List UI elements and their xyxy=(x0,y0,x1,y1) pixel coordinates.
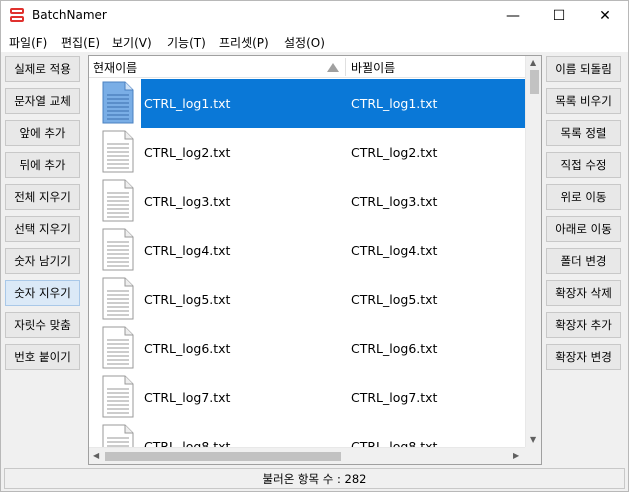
menu-view[interactable]: 보기(V) xyxy=(112,34,152,51)
table-row[interactable]: CTRL_log6.txt CTRL_log6.txt xyxy=(89,324,525,373)
window-title: BatchNamer xyxy=(32,8,107,22)
pad-digits-button[interactable]: 자릿수 맞춤 xyxy=(5,312,80,338)
current-name: CTRL_log5.txt xyxy=(144,292,231,307)
new-name: CTRL_log3.txt xyxy=(351,194,438,209)
sort-ascending-icon xyxy=(327,63,339,72)
current-name: CTRL_log2.txt xyxy=(144,145,231,160)
maximize-button[interactable]: ☐ xyxy=(536,1,582,31)
minimize-icon: — xyxy=(506,8,520,24)
change-folder-button[interactable]: 폴더 변경 xyxy=(546,248,621,274)
table-row[interactable]: CTRL_log2.txt CTRL_log2.txt xyxy=(89,128,525,177)
table-row[interactable]: CTRL_log1.txt CTRL_log1.txt xyxy=(89,79,525,128)
app-window: BatchNamer — ☐ ✕ 파일(F) 편집(E) 보기(V) 기능(T)… xyxy=(0,0,629,492)
remove-extension-button[interactable]: 확장자 삭제 xyxy=(546,280,621,306)
file-list[interactable]: 현재이름 바뀔이름 CTRL_log1.txt CTRL_log1.txt CT… xyxy=(88,55,542,465)
new-name: CTRL_log1.txt xyxy=(351,96,438,111)
table-row[interactable]: CTRL_log7.txt CTRL_log7.txt xyxy=(89,373,525,422)
menu-presets[interactable]: 프리셋(P) xyxy=(219,34,269,51)
current-name: CTRL_log1.txt xyxy=(144,96,231,111)
scroll-right-icon[interactable]: ▶ xyxy=(513,452,519,460)
list-header: 현재이름 바뀔이름 xyxy=(89,56,525,78)
status-bar: 불러온 항목 수 : 282 xyxy=(4,468,625,489)
menu-settings[interactable]: 설정(O) xyxy=(284,34,325,51)
table-row[interactable]: CTRL_log5.txt CTRL_log5.txt xyxy=(89,275,525,324)
text-file-icon xyxy=(102,81,134,124)
text-file-icon xyxy=(102,179,134,222)
keep-numbers-button[interactable]: 숫자 남기기 xyxy=(5,248,80,274)
text-file-icon xyxy=(102,326,134,369)
menu-file[interactable]: 파일(F) xyxy=(9,34,47,51)
replace-string-button[interactable]: 문자열 교체 xyxy=(5,88,80,114)
add-numbering-button[interactable]: 번호 붙이기 xyxy=(5,344,80,370)
sort-list-button[interactable]: 목록 정렬 xyxy=(546,120,621,146)
column-header-current[interactable]: 현재이름 xyxy=(93,59,137,76)
close-button[interactable]: ✕ xyxy=(582,1,628,31)
revert-names-button[interactable]: 이름 되돌림 xyxy=(546,56,621,82)
move-down-button[interactable]: 아래로 이동 xyxy=(546,216,621,242)
horizontal-scroll-thumb[interactable] xyxy=(105,452,341,461)
edit-directly-button[interactable]: 직접 수정 xyxy=(546,152,621,178)
apply-button[interactable]: 실제로 적용 xyxy=(5,56,80,82)
column-header-new[interactable]: 바뀔이름 xyxy=(351,59,395,76)
current-name: CTRL_log7.txt xyxy=(144,390,231,405)
move-up-button[interactable]: 위로 이동 xyxy=(546,184,621,210)
minimize-button[interactable]: — xyxy=(490,1,536,31)
menu-tools[interactable]: 기능(T) xyxy=(167,34,206,51)
scroll-up-icon[interactable]: ▲ xyxy=(530,59,536,67)
title-bar[interactable]: BatchNamer — ☐ ✕ xyxy=(1,1,628,31)
change-extension-button[interactable]: 확장자 변경 xyxy=(546,344,621,370)
new-name: CTRL_log7.txt xyxy=(351,390,438,405)
append-button[interactable]: 뒤에 추가 xyxy=(5,152,80,178)
add-extension-button[interactable]: 확장자 추가 xyxy=(546,312,621,338)
new-name: CTRL_log4.txt xyxy=(351,243,438,258)
prepend-button[interactable]: 앞에 추가 xyxy=(5,120,80,146)
close-icon: ✕ xyxy=(599,8,611,24)
new-name: CTRL_log6.txt xyxy=(351,341,438,356)
current-name: CTRL_log6.txt xyxy=(144,341,231,356)
menu-bar: 파일(F) 편집(E) 보기(V) 기능(T) 프리셋(P) 설정(O) xyxy=(1,31,628,52)
scroll-down-icon[interactable]: ▼ xyxy=(530,436,536,444)
column-divider[interactable] xyxy=(345,58,346,76)
text-file-icon xyxy=(102,277,134,320)
menu-edit[interactable]: 편집(E) xyxy=(61,34,100,51)
clear-selection-button[interactable]: 선택 지우기 xyxy=(5,216,80,242)
new-name: CTRL_log2.txt xyxy=(351,145,438,160)
table-row[interactable]: CTRL_log3.txt CTRL_log3.txt xyxy=(89,177,525,226)
clear-list-button[interactable]: 목록 비우기 xyxy=(546,88,621,114)
current-name: CTRL_log3.txt xyxy=(144,194,231,209)
scroll-left-icon[interactable]: ◀ xyxy=(93,452,99,460)
new-name: CTRL_log5.txt xyxy=(351,292,438,307)
text-file-icon xyxy=(102,375,134,418)
vertical-scroll-thumb[interactable] xyxy=(530,70,539,94)
remove-numbers-button[interactable]: 숫자 지우기 xyxy=(5,280,80,306)
horizontal-scrollbar[interactable]: ◀ ▶ xyxy=(89,447,525,464)
maximize-icon: ☐ xyxy=(552,8,566,24)
text-file-icon xyxy=(102,228,134,271)
vertical-scrollbar[interactable]: ▲ ▼ xyxy=(525,56,541,447)
item-count-status: 불러온 항목 수 : 282 xyxy=(262,471,367,486)
scrollbar-corner xyxy=(525,447,541,464)
table-row[interactable]: CTRL_log4.txt CTRL_log4.txt xyxy=(89,226,525,275)
clear-all-button[interactable]: 전체 지우기 xyxy=(5,184,80,210)
text-file-icon xyxy=(102,130,134,173)
current-name: CTRL_log4.txt xyxy=(144,243,231,258)
app-logo-icon xyxy=(10,8,24,23)
